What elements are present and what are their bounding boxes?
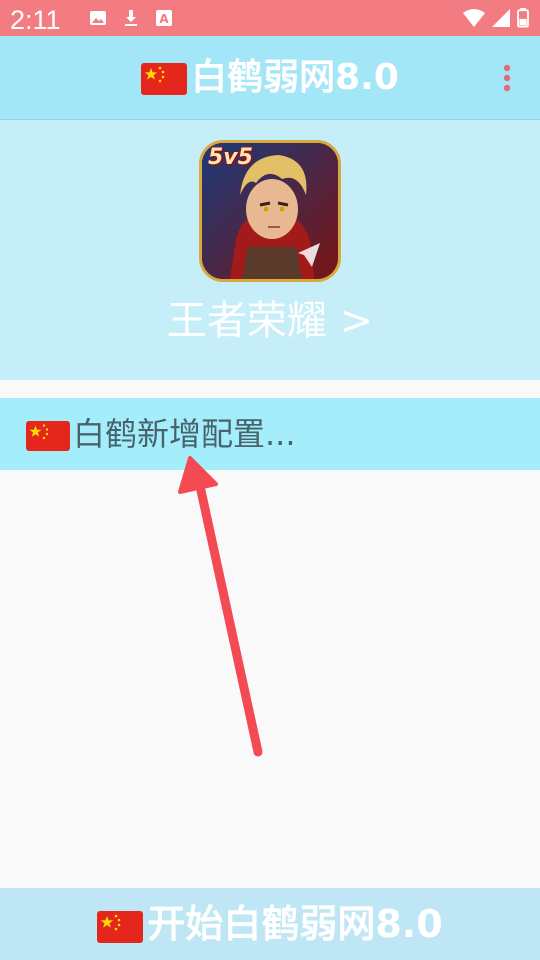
config-list-area [0, 470, 540, 888]
honor-of-kings-icon[interactable]: 5v5 [199, 140, 341, 282]
image-icon [90, 11, 106, 25]
download-icon [125, 10, 137, 26]
china-flag-icon [97, 910, 144, 943]
app-bar: 白鹤弱网8.0 [0, 36, 540, 120]
more-vert-icon[interactable] [495, 62, 519, 94]
battery-icon [517, 8, 529, 28]
game-selector[interactable]: 5v5 王者荣耀 > [0, 120, 540, 380]
game-name[interactable]: 王者荣耀 > [0, 296, 540, 346]
china-flag-icon [141, 63, 188, 95]
status-bar: 2:11 A [0, 0, 540, 36]
status-time: 2:11 [10, 5, 61, 35]
game-badge: 5v5 [208, 145, 253, 170]
a-text-icon: A [156, 10, 172, 26]
signal-icon [492, 9, 510, 27]
svg-text:A: A [159, 12, 169, 26]
app-title-row: 白鹤弱网8.0 [0, 36, 540, 120]
wifi-icon [463, 9, 485, 27]
app-title: 白鹤弱网8.0 [191, 57, 399, 98]
config-list-item[interactable]: 白鹤新增配置... [0, 398, 540, 470]
config-label-row: 白鹤新增配置... [26, 398, 296, 470]
config-label: 白鹤新增配置... [73, 415, 296, 453]
start-button[interactable]: 开始白鹤弱网8.0 [0, 888, 540, 960]
china-flag-icon [26, 421, 70, 451]
start-button-label: 开始白鹤弱网8.0 [147, 902, 443, 946]
